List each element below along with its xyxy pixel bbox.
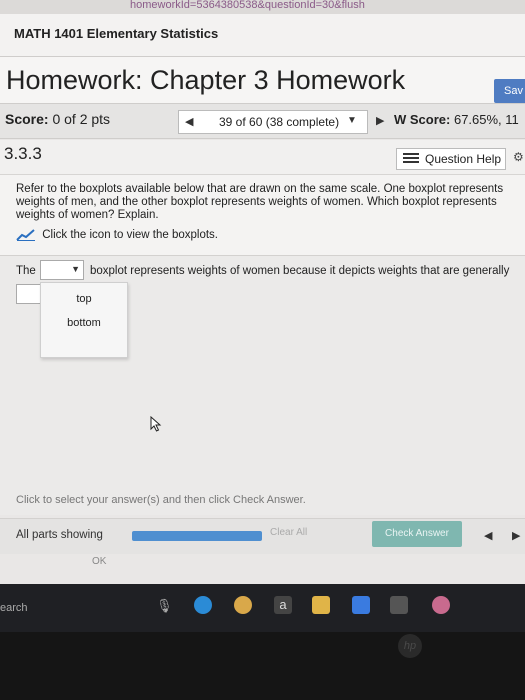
- browser-screen: homeworkId=5364380538&questionId=30&flus…: [0, 0, 525, 600]
- ok-text: OK: [92, 556, 107, 567]
- taskbar-search[interactable]: earch: [0, 602, 28, 614]
- option-bottom[interactable]: bottom: [41, 317, 127, 329]
- view-boxplots-link[interactable]: Click the icon to view the boxplots.: [16, 229, 218, 241]
- parts-label: All parts showing: [16, 529, 103, 541]
- question-prompt: Refer to the boxplots available below th…: [16, 183, 504, 221]
- list-icon: [403, 153, 419, 164]
- next-question-icon[interactable]: ▶: [376, 114, 384, 127]
- question-position: 39 of 60 (38 complete): [219, 115, 340, 129]
- microphone-icon[interactable]: 🎙: [156, 598, 173, 614]
- mouse-cursor-icon: [150, 416, 162, 432]
- weight-select[interactable]: [16, 284, 42, 304]
- question-navigator[interactable]: ◀ 39 of 60 (38 complete) ▼: [178, 110, 368, 134]
- homework-score: W Score: 67.65%, 11: [394, 112, 519, 127]
- question-bar: 3.3.3 Question Help ⚙: [0, 140, 525, 175]
- laptop-bezel: hp: [0, 632, 525, 700]
- previous-question-icon[interactable]: ◀: [185, 115, 193, 128]
- parts-progress-fill: [132, 531, 262, 541]
- question-score: Score: 0 of 2 pts: [5, 111, 110, 127]
- file-explorer-icon[interactable]: [390, 596, 408, 614]
- store-icon[interactable]: [312, 596, 330, 614]
- question-help-button[interactable]: Question Help: [396, 148, 506, 170]
- hw-score-label: W Score:: [394, 112, 451, 127]
- url-text: homeworkId=5364380538&questionId=30&flus…: [130, 0, 365, 11]
- gear-icon[interactable]: ⚙: [513, 150, 524, 164]
- homework-title: Homework: Chapter 3 Homework: [6, 65, 406, 95]
- save-button[interactable]: Sav: [494, 79, 525, 103]
- view-boxplots-text: Click the icon to view the boxplots.: [42, 229, 218, 242]
- taskbar: earch 🎙 a: [0, 584, 525, 632]
- amazon-icon[interactable]: a: [274, 596, 292, 614]
- homework-header: Homework: Chapter 3 Homework Sav: [0, 57, 525, 103]
- clear-all-button[interactable]: Clear All: [270, 527, 307, 538]
- next-part-icon[interactable]: ▶: [512, 529, 520, 542]
- parts-bar: All parts showing Clear All Check Answer…: [0, 518, 525, 555]
- address-bar[interactable]: homeworkId=5364380538&questionId=30&flus…: [0, 0, 525, 14]
- score-label: Score:: [5, 111, 49, 127]
- hp-logo-icon: hp: [398, 634, 422, 658]
- answer-area: The ▼ boxplot represents weights of wome…: [0, 255, 525, 486]
- parts-progress-bar: [132, 531, 262, 541]
- hw-score-value: 67.65%, 11: [453, 112, 519, 127]
- question-help-label: Question Help: [425, 152, 502, 166]
- course-title: MATH 1401 Elementary Statistics: [14, 26, 219, 41]
- photos-icon[interactable]: [432, 596, 450, 614]
- course-header: MATH 1401 Elementary Statistics: [0, 14, 525, 57]
- status-bar: OK: [0, 554, 525, 584]
- score-value: 0 of 2 pts: [52, 111, 111, 127]
- mail-icon[interactable]: [352, 596, 370, 614]
- chevron-down-icon[interactable]: ▼: [347, 115, 357, 126]
- answer-suffix: boxplot represents weights of women beca…: [90, 265, 510, 277]
- question-number: 3.3.3: [4, 144, 42, 163]
- boxplot-dropdown: top bottom: [40, 282, 128, 358]
- score-bar: Score: 0 of 2 pts ◀ 39 of 60 (38 complet…: [0, 103, 525, 139]
- previous-part-icon[interactable]: ◀: [484, 529, 492, 542]
- check-answer-button[interactable]: Check Answer: [372, 521, 462, 547]
- chrome-browser-icon[interactable]: [234, 596, 252, 614]
- option-top[interactable]: top: [41, 293, 127, 305]
- instruction-bar: Click to select your answer(s) and then …: [0, 485, 525, 515]
- chart-icon[interactable]: [16, 229, 36, 241]
- boxplot-select[interactable]: ▼: [40, 260, 84, 280]
- answer-prefix: The: [16, 265, 36, 277]
- edge-browser-icon[interactable]: [194, 596, 212, 614]
- question-body: Refer to the boxplots available below th…: [0, 175, 525, 255]
- instruction-text: Click to select your answer(s) and then …: [16, 494, 306, 506]
- chevron-down-icon[interactable]: ▼: [71, 264, 80, 274]
